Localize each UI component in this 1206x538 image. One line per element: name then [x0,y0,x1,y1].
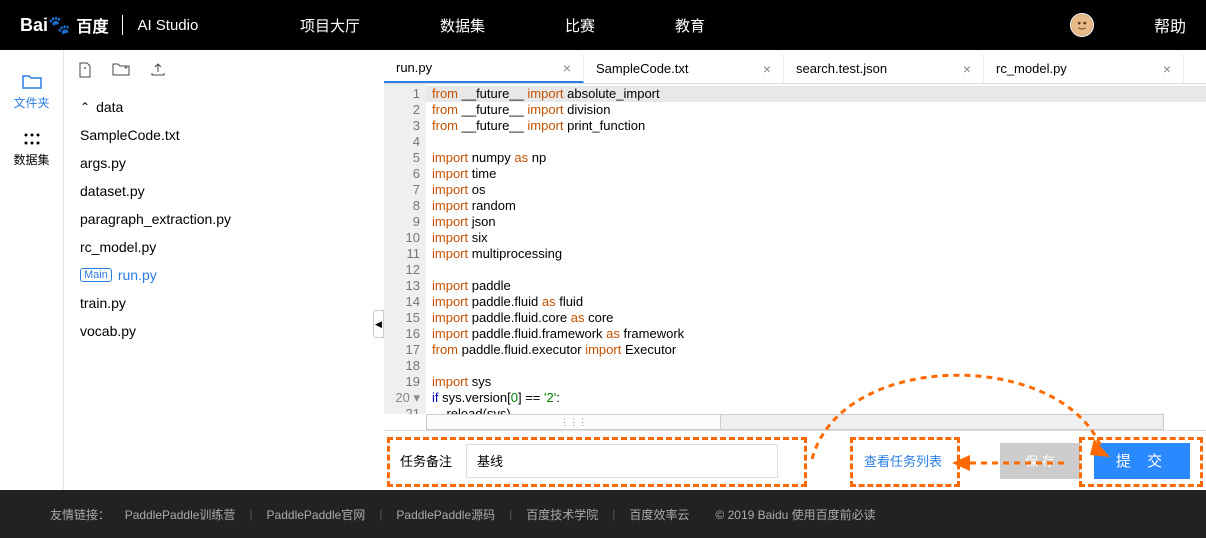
header: Bai🐾 百度 AI Studio 项目大厅 数据集 比赛 教育 帮助 [0,0,1206,50]
file-run-label: run.py [118,267,157,283]
line-gutter: 1234567891011121314151617181920 ▾2122232… [384,84,426,414]
task-label: 任务备注 [400,451,452,470]
file-tree: data SampleCode.txt args.py dataset.py p… [64,93,384,345]
tab-samplecode[interactable]: SampleCode.txt× [584,54,784,83]
file-run-py[interactable]: Main run.py [78,261,370,289]
nav-education[interactable]: 教育 [675,15,705,36]
file-samplecode[interactable]: SampleCode.txt [78,121,370,149]
main-badge: Main [80,268,112,282]
tab-run-py[interactable]: run.py× [384,54,584,83]
close-icon[interactable]: × [763,61,771,77]
footer-link-3[interactable]: 百度技术学院 [526,506,598,523]
nav-datasets[interactable]: 数据集 [440,15,485,36]
save-button[interactable]: 保 存 [1000,443,1080,479]
footer-prefix: 友情链接： [50,506,110,523]
nav-competition[interactable]: 比赛 [565,15,595,36]
file-train[interactable]: train.py [78,289,370,317]
top-nav: 项目大厅 数据集 比赛 教育 [300,15,705,36]
tab-search-test[interactable]: search.test.json× [784,54,984,83]
left-nav-files[interactable]: 文件夹 [0,66,63,119]
left-nav-datasets-label: 数据集 [13,151,49,168]
file-panel: data SampleCode.txt args.py dataset.py p… [64,50,384,490]
footer-copyright: © 2019 Baidu 使用百度前必读 [715,506,875,523]
footer-link-1[interactable]: PaddlePaddle官网 [267,506,366,523]
baidu-text: 百度 [76,13,108,37]
divider-icon [122,15,123,35]
bottom-bar: 任务备注 查看任务列表 保 存 提 交 [384,430,1206,490]
close-icon[interactable]: × [1163,61,1171,77]
file-args[interactable]: args.py [78,149,370,177]
file-toolbar [64,60,384,93]
file-vocab[interactable]: vocab.py [78,317,370,345]
new-folder-icon[interactable] [112,62,130,83]
footer: 友情链接： PaddlePaddle训练营| PaddlePaddle官网| P… [0,490,1206,538]
new-file-icon[interactable] [78,62,92,83]
footer-link-4[interactable]: 百度效率云 [629,506,689,523]
header-right: 帮助 [1070,13,1186,37]
footer-link-0[interactable]: PaddlePaddle训练营 [125,506,236,523]
left-icon-nav: 文件夹 数据集 [0,50,64,490]
submit-button[interactable]: 提 交 [1094,443,1190,479]
view-task-list-link[interactable]: 查看任务列表 [864,451,942,470]
upload-icon[interactable] [150,62,166,83]
close-icon[interactable]: × [963,61,971,77]
footer-link-2[interactable]: PaddlePaddle源码 [396,506,495,523]
baidu-paw-icon: Bai🐾 [20,15,70,36]
nav-project-hall[interactable]: 项目大厅 [300,15,360,36]
file-rc-model[interactable]: rc_model.py [78,233,370,261]
task-note-input[interactable] [466,444,778,478]
file-dataset[interactable]: dataset.py [78,177,370,205]
code-editor[interactable]: 1234567891011121314151617181920 ▾2122232… [384,84,1206,414]
horizontal-scrollbar[interactable]: ⋮⋮⋮ [426,414,1164,430]
editor-tabs: run.py× SampleCode.txt× search.test.json… [384,50,1206,84]
help-link[interactable]: 帮助 [1154,13,1186,37]
editor-area: ◀ run.py× SampleCode.txt× search.test.js… [384,50,1206,490]
logo-section: Bai🐾 百度 AI Studio [20,13,300,37]
code-body[interactable]: from __future__ import absolute_importfr… [426,84,1206,414]
body-area: 文件夹 数据集 data SampleCode.txt args.py data… [0,50,1206,490]
close-icon[interactable]: × [563,60,571,76]
tab-rc-model[interactable]: rc_model.py× [984,54,1184,83]
collapse-panel-handle[interactable]: ◀ [373,310,384,338]
folder-data[interactable]: data [78,93,370,121]
user-avatar[interactable] [1070,13,1094,37]
dataset-icon [22,131,42,147]
file-paragraph-extraction[interactable]: paragraph_extraction.py [78,205,370,233]
folder-icon [22,74,42,90]
ai-studio-label: AI Studio [137,17,198,34]
left-nav-files-label: 文件夹 [13,94,49,111]
left-nav-datasets[interactable]: 数据集 [0,123,63,176]
